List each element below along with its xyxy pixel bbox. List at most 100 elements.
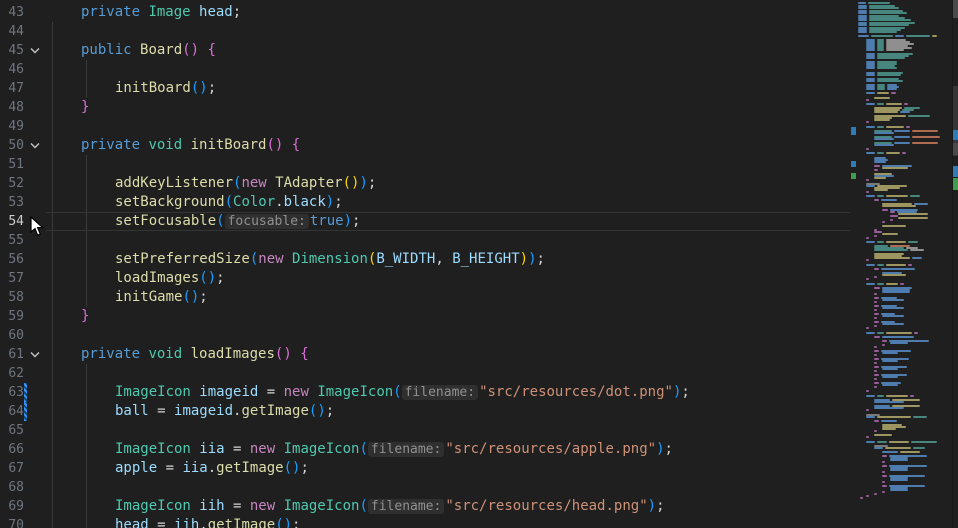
code-line-65[interactable]: 65 xyxy=(0,421,958,440)
code-line-63[interactable]: 63 ImageIcon imageid = new ImageIcon(file… xyxy=(0,383,958,402)
line-number[interactable]: 69 xyxy=(0,497,24,516)
line-number[interactable]: 43 xyxy=(0,3,24,22)
line-number[interactable]: 50 xyxy=(0,136,24,155)
code-text[interactable]: initGame(); xyxy=(115,288,208,307)
minimap-code-line xyxy=(874,249,908,251)
code-text[interactable]: } xyxy=(81,98,89,117)
token: ; xyxy=(536,251,545,267)
code-line-64[interactable]: 64 ball = imageid.getImage(); xyxy=(0,402,958,421)
line-number[interactable]: 45 xyxy=(0,41,24,60)
code-text[interactable]: ball = imageid.getImage(); xyxy=(115,402,334,421)
code-line-52[interactable]: 52 addKeyListener(new TAdapter()); xyxy=(0,174,958,193)
code-line-46[interactable]: 46 xyxy=(0,60,958,79)
chevron-down-icon[interactable] xyxy=(28,345,42,364)
code-line-69[interactable]: 69 ImageIcon iih = new ImageIcon(filename… xyxy=(0,497,958,516)
line-number[interactable]: 55 xyxy=(0,231,24,250)
code-line-48[interactable]: 48} xyxy=(0,98,958,117)
chevron-down-icon[interactable] xyxy=(28,41,42,60)
code-line-58[interactable]: 58 initGame(); xyxy=(0,288,958,307)
code-line-47[interactable]: 47 initBoard(); xyxy=(0,79,958,98)
minimap-code-line xyxy=(874,362,877,364)
code-line-62[interactable]: 62 xyxy=(0,364,958,383)
code-text[interactable]: ImageIcon imageid = new ImageIcon(filena… xyxy=(115,383,690,402)
line-number[interactable]: 70 xyxy=(0,516,24,528)
minimap-code-line xyxy=(858,31,867,33)
minimap-code-line xyxy=(874,257,910,259)
code-text[interactable]: public Board() { xyxy=(81,41,216,60)
code-text[interactable]: ImageIcon iih = new ImageIcon(filename: "… xyxy=(115,497,665,516)
line-number[interactable]: 67 xyxy=(0,459,24,478)
line-number[interactable]: 60 xyxy=(0,326,24,345)
code-line-56[interactable]: 56 setPreferredSize(new Dimension(B_WIDTH… xyxy=(0,250,958,269)
modified-line-indicator[interactable] xyxy=(24,402,27,421)
chevron-down-icon[interactable] xyxy=(28,136,42,155)
modified-line-indicator[interactable] xyxy=(24,383,27,402)
minimap[interactable] xyxy=(850,0,952,528)
minimap-code-line xyxy=(866,283,875,285)
line-number[interactable]: 58 xyxy=(0,288,24,307)
scrollbar[interactable] xyxy=(952,0,958,528)
code-text[interactable]: setFocusable(focusable: true); xyxy=(115,212,360,231)
code-text[interactable]: apple = iia.getImage(); xyxy=(115,459,309,478)
code-line-45[interactable]: 45 public Board() { xyxy=(0,41,958,60)
code-line-50[interactable]: 50 private void initBoard() { xyxy=(0,136,958,155)
line-number[interactable]: 56 xyxy=(0,250,24,269)
minimap-code-line xyxy=(874,493,877,495)
code-line-61[interactable]: 61 private void loadImages() { xyxy=(0,345,958,364)
line-number[interactable]: 49 xyxy=(0,117,24,136)
line-number[interactable]: 63 xyxy=(0,383,24,402)
code-line-53[interactable]: 53 setBackground(Color.black); xyxy=(0,193,958,212)
code-line-60[interactable]: 60 xyxy=(0,326,958,345)
line-number[interactable]: 61 xyxy=(0,345,24,364)
code-text[interactable]: head = iih.getImage(); xyxy=(115,516,300,528)
minimap-code-line xyxy=(866,259,869,261)
code-text[interactable]: } xyxy=(81,307,89,326)
code-text[interactable]: loadImages(); xyxy=(115,269,225,288)
code-line-54[interactable]: 54 setFocusable(focusable: true); xyxy=(0,212,958,231)
line-number[interactable]: 53 xyxy=(0,193,24,212)
line-number[interactable]: 68 xyxy=(0,478,24,497)
code-line-57[interactable]: 57 loadImages(); xyxy=(0,269,958,288)
line-number[interactable]: 52 xyxy=(0,174,24,193)
minimap-code-line xyxy=(882,471,885,473)
code-editor: 42private Image apple;43private Image he… xyxy=(0,0,958,528)
code-line-43[interactable]: 43 private Image head; xyxy=(0,3,958,22)
code-text[interactable]: private void initBoard() { xyxy=(81,136,300,155)
token: B_WIDTH xyxy=(376,251,436,267)
line-number[interactable]: 59 xyxy=(0,307,24,326)
code-line-66[interactable]: 66 ImageIcon iia = new ImageIcon(filename… xyxy=(0,440,958,459)
code-line-68[interactable]: 68 xyxy=(0,478,958,497)
line-number[interactable]: 64 xyxy=(0,402,24,421)
code-text[interactable]: addKeyListener(new TAdapter()); xyxy=(115,174,376,193)
line-number[interactable]: 46 xyxy=(0,60,24,79)
code-line-51[interactable]: 51 xyxy=(0,155,958,174)
code-text[interactable]: ImageIcon iia = new ImageIcon(filename: "… xyxy=(115,440,673,459)
minimap-code-line xyxy=(882,475,887,477)
token: Color xyxy=(233,194,276,210)
code-text[interactable]: private Image head; xyxy=(81,3,241,22)
token: new xyxy=(249,498,284,514)
line-number[interactable]: 54 xyxy=(0,212,24,231)
line-number[interactable]: 57 xyxy=(0,269,24,288)
minimap-code-line xyxy=(882,491,885,493)
code-text[interactable]: setBackground(Color.black); xyxy=(115,193,343,212)
code-line-55[interactable]: 55 xyxy=(0,231,958,250)
line-number[interactable]: 62 xyxy=(0,364,24,383)
minimap-code-line xyxy=(866,495,869,497)
line-number[interactable]: 47 xyxy=(0,79,24,98)
code-text[interactable]: private void loadImages() { xyxy=(81,345,309,364)
line-number[interactable]: 66 xyxy=(0,440,24,459)
code-text[interactable]: initBoard(); xyxy=(115,79,216,98)
code-line-49[interactable]: 49 xyxy=(0,117,958,136)
line-number[interactable]: 51 xyxy=(0,155,24,174)
code-line-44[interactable]: 44 xyxy=(0,22,958,41)
line-number[interactable]: 65 xyxy=(0,421,24,440)
line-number[interactable]: 48 xyxy=(0,98,24,117)
line-number[interactable]: 44 xyxy=(0,22,24,41)
code-line-67[interactable]: 67 apple = iia.getImage(); xyxy=(0,459,958,478)
code-line-59[interactable]: 59} xyxy=(0,307,958,326)
token: () xyxy=(182,289,200,305)
code-line-70[interactable]: 70 head = iih.getImage(); xyxy=(0,516,958,528)
minimap-code-line xyxy=(881,199,897,201)
code-text[interactable]: setPreferredSize(new Dimension(B_WIDTH, … xyxy=(115,250,545,269)
